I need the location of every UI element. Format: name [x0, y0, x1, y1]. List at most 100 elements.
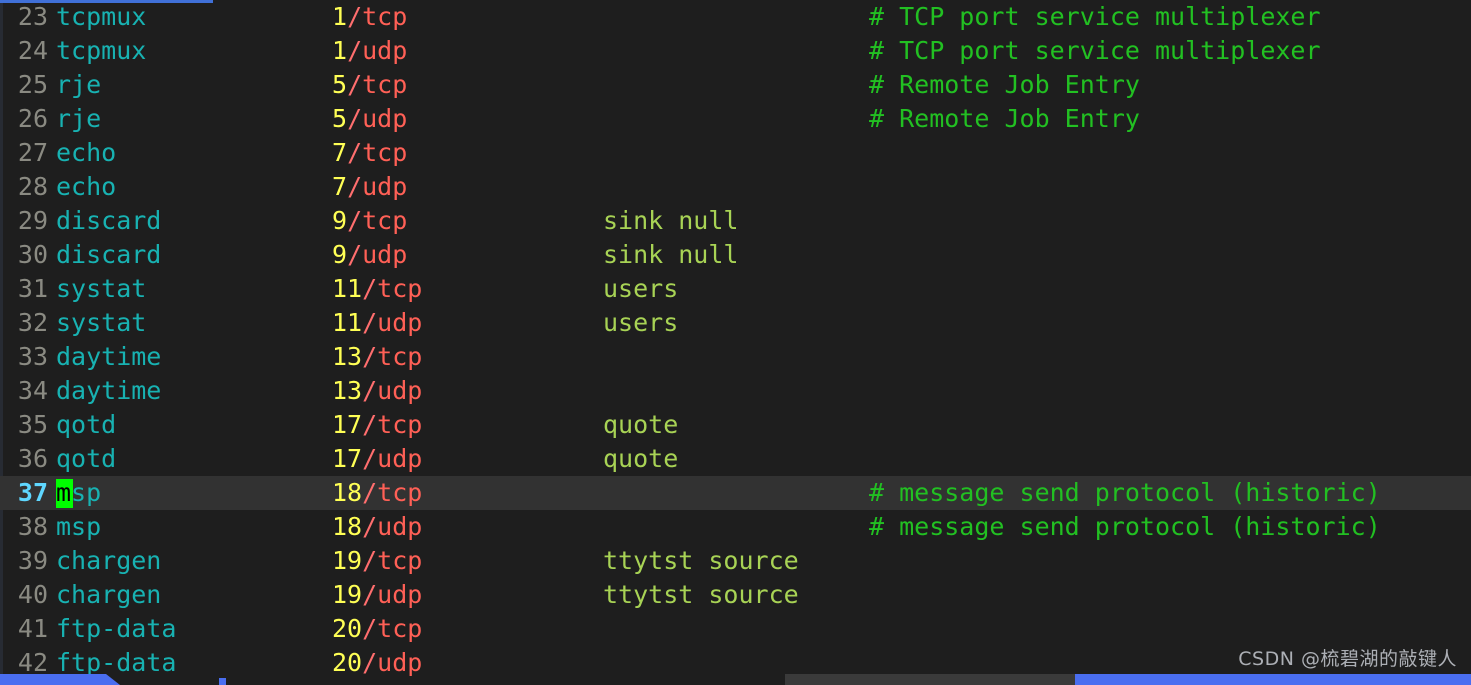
protocol-name: tcp [377, 546, 423, 575]
port-number: 9 [332, 206, 348, 235]
protocol-name: tcp [362, 70, 408, 99]
protocol-name: tcp [377, 342, 423, 371]
taskbar-left-accent-tail [106, 674, 120, 685]
inline-comment: # TCP port service multiplexer [869, 36, 1321, 65]
port-number: 9 [332, 240, 348, 269]
service-alias: sink null [603, 240, 739, 269]
service-alias: ttytst source [603, 580, 799, 609]
line-number: 29 [17, 206, 48, 235]
port-number: 11 [332, 274, 363, 303]
line-number: 37 [17, 478, 48, 507]
service-name: ftp-data [56, 614, 177, 643]
code-line[interactable]: 36 qotd 17/udp quote [0, 442, 1471, 476]
cursor-character: m [56, 478, 72, 507]
protocol-name: tcp [377, 274, 423, 303]
line-number: 34 [17, 376, 48, 405]
taskbar-indicator-dot[interactable] [219, 678, 226, 685]
code-line[interactable]: 37 msp 18/tcp # message send protocol (hist… [0, 476, 1471, 510]
protocol-name: udp [362, 36, 408, 65]
code-line[interactable]: 23 tcpmux 1/tcp # TCP port service multiple… [0, 0, 1471, 34]
code-line[interactable]: 38 msp 18/udp # message send protocol (hist… [0, 510, 1471, 544]
port-number: 18 [332, 512, 363, 541]
line-number: 31 [17, 274, 48, 303]
port-protocol-group: 1/tcp [332, 0, 407, 34]
line-number: 28 [17, 172, 48, 201]
csdn-watermark: CSDN @梳碧湖的敲键人 [1238, 648, 1457, 670]
protocol-name: tcp [377, 478, 423, 507]
port-number: 13 [332, 342, 363, 371]
line-number: 35 [17, 410, 48, 439]
port-protocol-separator: / [347, 104, 363, 133]
service-alias: quote [603, 444, 679, 473]
code-line[interactable]: 28 echo 7/udp [0, 170, 1471, 204]
code-line[interactable]: 41 ftp-data 20/tcp [0, 612, 1471, 646]
protocol-name: udp [377, 580, 423, 609]
code-line[interactable]: 35 qotd 17/tcp quote [0, 408, 1471, 442]
protocol-name: udp [377, 648, 423, 677]
port-number: 5 [332, 104, 348, 133]
taskbar-gray-segment [785, 674, 1075, 685]
service-name: qotd [56, 444, 117, 473]
line-number: 38 [17, 512, 48, 541]
line-number: 23 [17, 2, 48, 31]
line-number: 24 [17, 36, 48, 65]
port-number: 20 [332, 614, 363, 643]
port-protocol-group: 9/tcp [332, 204, 407, 238]
port-number: 17 [332, 444, 363, 473]
port-number: 5 [332, 70, 348, 99]
port-number: 7 [332, 172, 348, 201]
code-line[interactable]: 33 daytime 13/tcp [0, 340, 1471, 374]
terminal-editor-window[interactable]: 23 tcpmux 1/tcp # TCP port service multiple… [0, 0, 1471, 685]
port-protocol-separator: / [347, 36, 363, 65]
service-name: qotd [56, 410, 117, 439]
inline-comment: # message send protocol (historic) [869, 512, 1381, 541]
code-line[interactable]: 29 discard 9/tcp sink null [0, 204, 1471, 238]
code-line[interactable]: 39 chargen 19/tcp ttytst source [0, 544, 1471, 578]
port-protocol-group: 20/tcp [332, 612, 422, 646]
port-number: 17 [332, 410, 363, 439]
code-line[interactable]: 26 rje 5/udp # Remote Job Entry [0, 102, 1471, 136]
inline-comment: # TCP port service multiplexer [869, 2, 1321, 31]
code-line[interactable]: 25 rje 5/tcp # Remote Job Entry [0, 68, 1471, 102]
port-protocol-group: 9/udp [332, 238, 407, 272]
taskbar-left-accent[interactable] [0, 674, 106, 685]
code-line[interactable]: 30 discard 9/udp sink null [0, 238, 1471, 272]
code-line[interactable]: 31 systat 11/tcp users [0, 272, 1471, 306]
service-name: tcpmux [56, 36, 147, 65]
port-number: 19 [332, 580, 363, 609]
code-line[interactable]: 40 chargen 19/udp ttytst source [0, 578, 1471, 612]
port-protocol-group: 13/udp [332, 374, 422, 408]
protocol-name: tcp [362, 206, 408, 235]
code-line[interactable]: 34 daytime 13/udp [0, 374, 1471, 408]
protocol-name: tcp [362, 138, 408, 167]
code-line[interactable]: 32 systat 11/udp users [0, 306, 1471, 340]
port-protocol-group: 17/udp [332, 442, 422, 476]
service-name: rje [56, 70, 102, 99]
port-protocol-group: 11/udp [332, 306, 422, 340]
port-protocol-separator: / [362, 648, 378, 677]
line-number: 30 [17, 240, 48, 269]
port-number: 7 [332, 138, 348, 167]
port-protocol-separator: / [362, 308, 378, 337]
line-number: 33 [17, 342, 48, 371]
protocol-name: udp [362, 104, 408, 133]
protocol-name: udp [362, 172, 408, 201]
port-number: 13 [332, 376, 363, 405]
port-protocol-separator: / [347, 138, 363, 167]
service-alias: ttytst source [603, 546, 799, 575]
protocol-name: tcp [377, 410, 423, 439]
code-line[interactable]: 24 tcpmux 1/udp # TCP port service multiple… [0, 34, 1471, 68]
line-number: 27 [17, 138, 48, 167]
taskbar-right-accent[interactable] [1075, 674, 1471, 685]
port-protocol-separator: / [362, 478, 378, 507]
port-protocol-group: 18/tcp [332, 476, 422, 510]
service-name: tcpmux [56, 2, 147, 31]
code-lines-container[interactable]: 23 tcpmux 1/tcp # TCP port service multiple… [0, 0, 1471, 680]
service-name: daytime [56, 342, 162, 371]
service-name: rje [56, 104, 102, 133]
protocol-name: tcp [377, 614, 423, 643]
service-alias: sink null [603, 206, 739, 235]
service-alias: users [603, 274, 679, 303]
inline-comment: # Remote Job Entry [869, 70, 1140, 99]
code-line[interactable]: 27 echo 7/tcp [0, 136, 1471, 170]
